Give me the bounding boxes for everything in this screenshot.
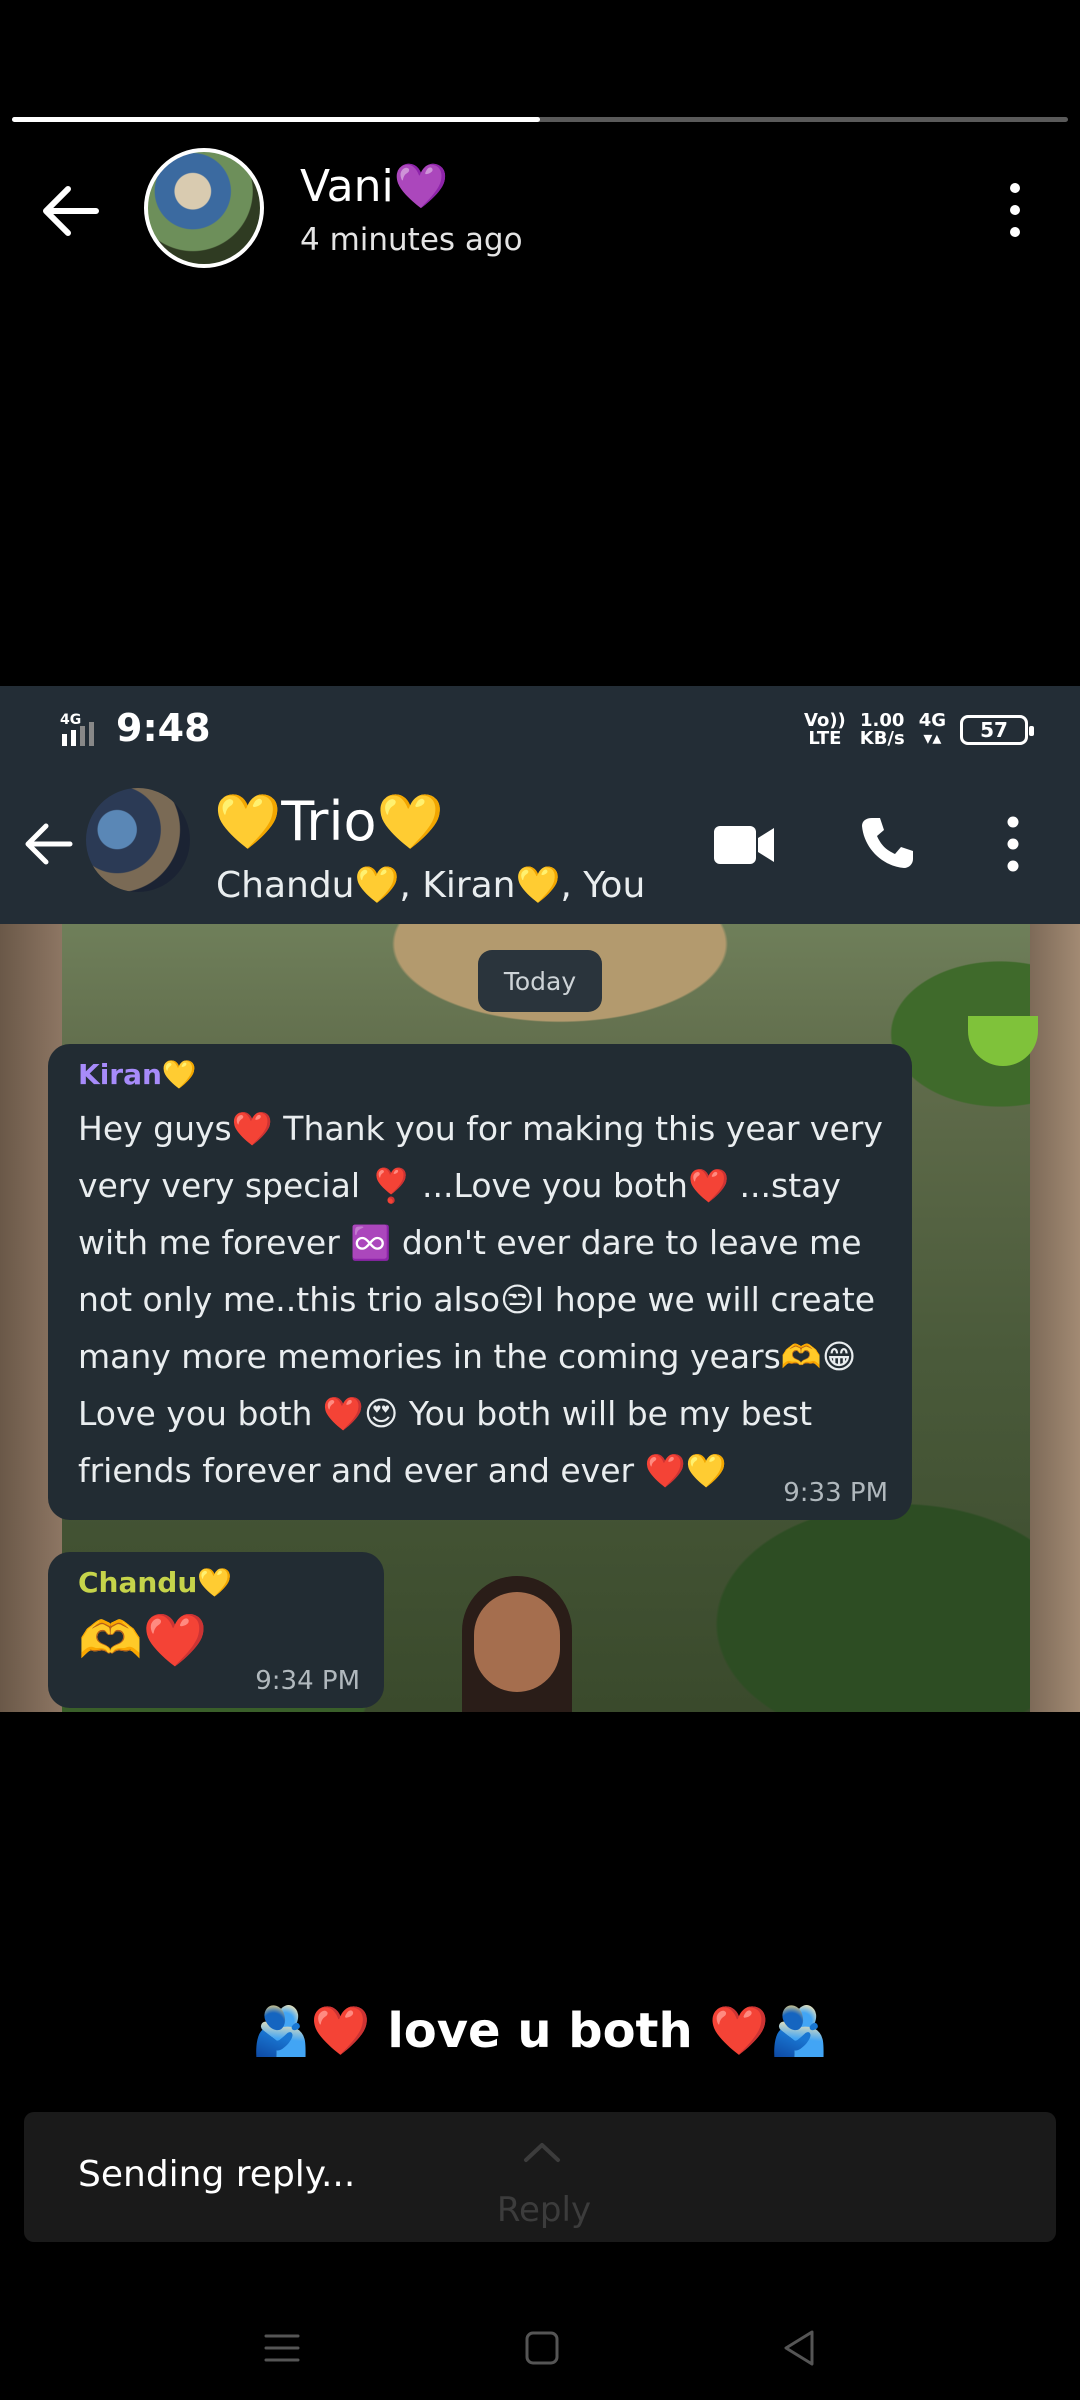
story-author-name[interactable]: Vani💜	[300, 160, 449, 212]
chat-more-options-icon[interactable]	[996, 814, 1030, 874]
signal-icon: 4G	[60, 712, 94, 746]
message-sender: Kiran💛	[78, 1058, 197, 1091]
reply-bar[interactable]: Sending reply... Reply	[24, 2112, 1056, 2242]
voice-call-icon[interactable]	[858, 814, 916, 872]
message-bubble[interactable]: Chandu💛 🫶❤️ 9:34 PM	[48, 1552, 384, 1708]
message-bubble[interactable]: Kiran💛 Hey guys❤️ Thank you for making t…	[48, 1044, 912, 1520]
battery-icon: 57	[960, 715, 1035, 745]
message-time: 9:33 PM	[783, 1478, 888, 1508]
volte-bottom: LTE	[808, 728, 842, 749]
system-navigation-bar	[0, 2290, 1080, 2400]
back-arrow-icon[interactable]	[36, 175, 108, 247]
date-chip: Today	[478, 950, 602, 1012]
story-posted-time: 4 minutes ago	[300, 222, 523, 258]
volte-indicator: Vo)) LTE	[804, 712, 846, 748]
chevron-up-icon[interactable]	[522, 2140, 562, 2164]
network-left-label: 4G	[60, 712, 81, 728]
speed-unit: KB/s	[859, 728, 905, 749]
network-right: 4G ▾▴	[919, 712, 946, 748]
story-progress-fill	[12, 117, 540, 122]
status-time: 9:48	[116, 706, 211, 750]
group-avatar[interactable]	[86, 788, 190, 892]
story-author-avatar[interactable]	[144, 148, 264, 268]
message-text: Hey guys❤️ Thank you for making this yea…	[78, 1109, 883, 1490]
reply-status: Sending reply...	[78, 2154, 356, 2195]
group-members[interactable]: Chandu💛, Kiran💛, You	[216, 864, 645, 906]
group-name[interactable]: 💛Trio💛	[214, 790, 444, 854]
nav-back-icon[interactable]	[780, 2328, 820, 2368]
reply-button[interactable]: Reply	[494, 2190, 594, 2230]
recent-apps-icon[interactable]	[262, 2330, 302, 2366]
data-arrows-icon: ▾▴	[923, 728, 942, 749]
story-caption: 🫂❤️ love u both ❤️🫂	[251, 2003, 829, 2059]
story-screenshot: 4G 9:48 Vo)) LTE 1.00 KB/s 4G ▾▴ 57 💛Tri…	[0, 686, 1080, 1712]
message-sender: Chandu💛	[78, 1566, 233, 1599]
message-time: 9:34 PM	[255, 1666, 360, 1696]
network-speed: 1.00 KB/s	[860, 712, 905, 748]
chat-header: 💛Trio💛 Chandu💛, Kiran💛, You	[0, 768, 1080, 924]
status-bar: 4G 9:48 Vo)) LTE 1.00 KB/s 4G ▾▴ 57	[0, 686, 1080, 768]
home-icon[interactable]	[524, 2330, 560, 2366]
story-progress-bar	[12, 117, 1068, 122]
chat-back-arrow-icon[interactable]	[18, 814, 78, 874]
wallpaper-tree-right	[1030, 924, 1080, 1712]
video-call-icon[interactable]	[712, 822, 776, 868]
message-text: 🫶❤️	[78, 1611, 208, 1671]
status-indicators: Vo)) LTE 1.00 KB/s 4G ▾▴ 57	[804, 708, 1035, 752]
battery-level: 57	[980, 718, 1008, 742]
more-options-icon[interactable]	[1000, 180, 1030, 240]
